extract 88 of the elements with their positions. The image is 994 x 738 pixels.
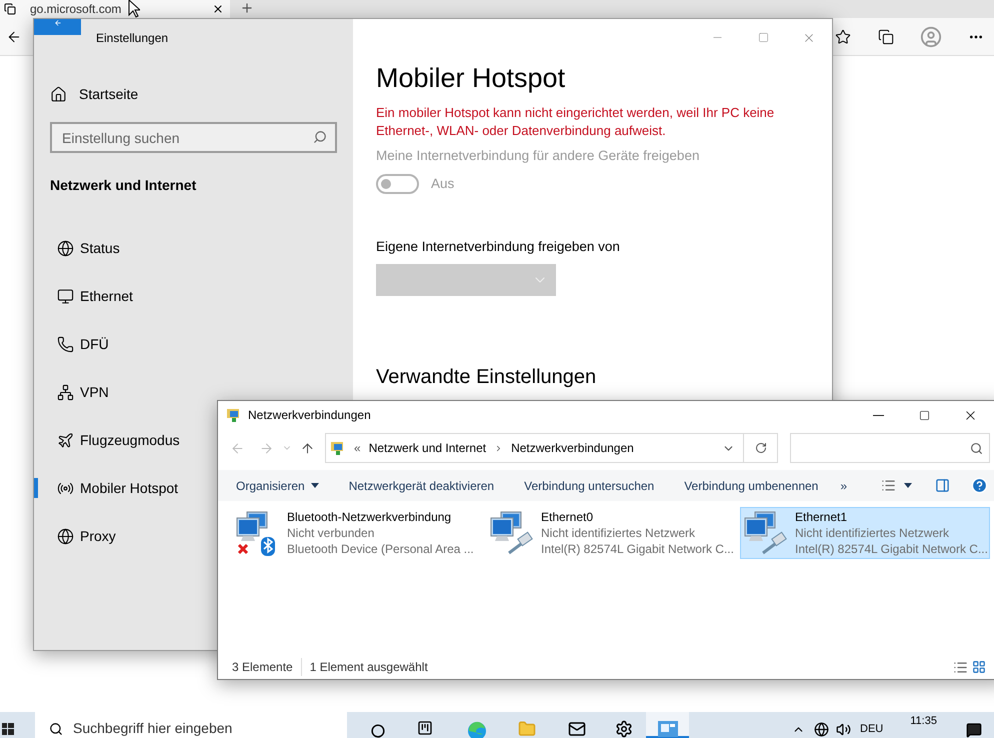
search-icon [970,442,983,454]
item-status: Nicht identifiziertes Netzwerk [795,525,950,541]
search-field[interactable]: Einstellung suchen [50,122,337,153]
tab-close-icon[interactable] [212,3,224,15]
item-name: Ethernet0 [541,509,594,525]
nav-item[interactable]: VPN [34,382,109,402]
page-title: Mobiler Hotspot [376,62,566,95]
home-nav-item[interactable]: Startseite [50,74,353,114]
network-folder-icon [658,721,678,737]
item-status: Nicht verbunden [287,525,376,541]
browser-tab[interactable]: go.microsoft.com [0,0,230,18]
details-view-icon[interactable] [953,660,968,674]
toggle-switch[interactable] [376,174,419,194]
item-status: Nicht identifiziertes Netzwerk [541,525,696,541]
preview-pane-icon[interactable] [934,478,952,493]
taskbar-search-field[interactable]: Suchbegriff hier eingeben [35,712,347,738]
status-text: 1 Element ausgewählt [300,658,428,676]
mail-icon[interactable] [567,720,587,738]
airplane-icon [57,432,74,448]
help-icon[interactable] [971,477,988,494]
notifications-icon[interactable] [966,722,982,738]
item-name: Bluetooth-Netzwerkverbindung [287,509,452,525]
nav-item[interactable]: Flugzeugmodus [34,430,180,450]
network-icon [57,384,74,400]
nav-item[interactable]: Ethernet [34,286,133,306]
active-app-button[interactable] [646,712,689,738]
toggle-state: Aus [431,175,454,194]
language-indicator[interactable]: DEU [860,723,884,736]
profile-icon[interactable] [920,26,942,48]
toggle-label: Meine Internetverbindung für andere Geräte freigeben [376,147,700,165]
search-icon [313,130,327,144]
tab-title: go.microsoft.com [30,1,122,18]
address-bar[interactable]: « Netzwerk und Internet Netzwerkverbindungen [325,433,744,463]
connection-item[interactable]: Ethernet1 Nicht identifiziertes Netzwerk Intel(R) 82574L Gigabit Network C... [740,507,990,559]
maximize-icon [918,410,930,420]
breadcrumb-item[interactable]: Netzwerkverbindungen [511,439,634,457]
item-device: Intel(R) 82574L Gigabit Network C... [541,541,734,557]
item-name: Ethernet1 [795,509,848,525]
search-icon [49,722,63,736]
dropdown-label: Eigene Internetverbindung freigeben von [376,238,620,256]
item-device: Intel(R) 82574L Gigabit Network C... [795,541,988,557]
monitor-icon [57,288,74,304]
command-button[interactable]: Verbindung untersuchen [524,476,654,494]
section-heading: Netzwerk und Internet [50,176,198,195]
command-button[interactable]: Netzwerkgerät deaktivieren [348,476,494,494]
refresh-icon [754,442,766,454]
nav-item[interactable]: Proxy [34,526,116,546]
network-folder-icon [330,440,346,456]
tab-icon [4,3,16,15]
new-tab-icon[interactable] [240,1,254,15]
error-message: Ein mobiler Hotspot kann nicht eingerichtet werden, weil Ihr PC keine Ethernet-, WLAN- oder Datenverbindung aufweist. [376,104,776,140]
collections-icon[interactable] [878,28,894,44]
globe-icon [57,240,74,256]
caret-icon [310,483,319,488]
section-heading: Verwandte Einstellungen [376,364,596,390]
up-icon[interactable] [300,440,315,456]
connection-item[interactable]: Ethernet0 Nicht identifiziertes Netzwerk Intel(R) 82574L Gigabit Network C... [486,507,736,559]
window-title: Netzwerkverbindungen [248,407,371,424]
view-icon[interactable] [881,478,896,493]
overflow-marker: « [354,440,361,457]
command-button[interactable]: Verbindung umbenennen [684,476,818,494]
maximize-icon [758,32,768,43]
refresh-button[interactable] [744,433,778,463]
item-device: Bluetooth Device (Personal Area ... [287,541,474,557]
favorites-icon[interactable] [835,28,851,44]
windows-logo-icon[interactable] [2,723,14,735]
nav-item[interactable]: DFÜ [34,334,109,354]
settings-icon[interactable] [615,720,633,738]
volume-icon[interactable] [836,722,851,737]
home-icon [50,86,67,102]
nav-item[interactable]: Mobiler Hotspot [34,478,178,498]
command-button[interactable]: Organisieren [236,476,319,494]
tiles-view-icon[interactable] [972,660,986,674]
nav-item[interactable]: Status [34,238,120,258]
connection-item[interactable]: Bluetooth-Netzwerkverbindung Nicht verbunden Bluetooth Device (Personal Area ... [232,507,482,559]
status-text: 3 Elemente [232,659,293,676]
globe-icon [57,528,74,544]
more-button[interactable]: » [840,476,848,494]
caret-icon [904,483,912,488]
task-view-icon[interactable] [417,720,433,736]
cortana-icon[interactable] [371,724,385,738]
breadcrumb-item[interactable]: Netzwerk und Internet [368,439,486,457]
minimize-icon [872,414,884,416]
window-title: Einstellungen [96,30,168,46]
network-status-icon[interactable] [814,722,829,737]
clock[interactable]: 11:35 [910,715,937,728]
network-folder-icon [226,407,242,423]
phone-icon [57,336,74,352]
